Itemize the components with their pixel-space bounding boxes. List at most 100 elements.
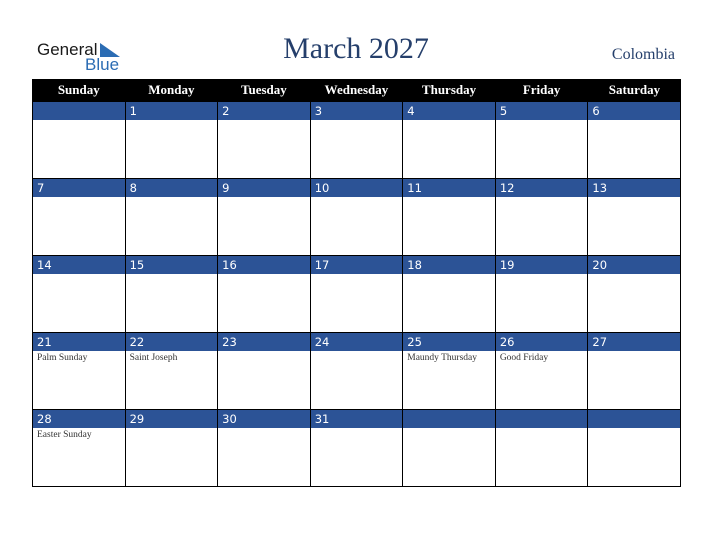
holiday-label bbox=[311, 351, 403, 355]
day-cell[interactable]: 21 Palm Sunday bbox=[32, 332, 126, 410]
week-row: 28 Easter Sunday 29 30 31 bbox=[32, 409, 681, 487]
day-cell[interactable]: 3 bbox=[309, 101, 404, 179]
day-number: 8 bbox=[125, 179, 218, 197]
day-cell[interactable] bbox=[494, 409, 589, 487]
country-label: Colombia bbox=[611, 46, 675, 63]
holiday-label bbox=[218, 428, 310, 432]
day-cell[interactable]: 24 bbox=[309, 332, 404, 410]
holiday-label bbox=[311, 428, 403, 432]
weekday-header: Thursday bbox=[402, 79, 496, 102]
day-cell[interactable]: 1 bbox=[124, 101, 219, 179]
day-number: 24 bbox=[310, 333, 403, 351]
day-number: 23 bbox=[218, 333, 310, 351]
day-number: 19 bbox=[495, 256, 588, 274]
holiday-label bbox=[126, 274, 218, 278]
day-cell[interactable]: 19 bbox=[494, 255, 589, 333]
day-number: 21 bbox=[33, 333, 125, 351]
day-cell[interactable]: 27 bbox=[587, 332, 681, 410]
day-cell[interactable]: 13 bbox=[587, 178, 681, 256]
day-number: 16 bbox=[218, 256, 310, 274]
day-number bbox=[403, 410, 495, 428]
holiday-label bbox=[33, 274, 125, 278]
holiday-label: Maundy Thursday bbox=[407, 353, 477, 363]
weekday-header: Monday bbox=[124, 79, 218, 102]
day-cell[interactable]: 31 bbox=[309, 409, 404, 487]
day-cell[interactable]: 5 bbox=[494, 101, 589, 179]
day-cell[interactable]: 4 bbox=[402, 101, 496, 179]
week-row: 21 Palm Sunday 22 Saint Joseph 23 24 25 Maundy … bbox=[32, 332, 681, 410]
day-cell[interactable]: 12 bbox=[494, 178, 589, 256]
day-number: 9 bbox=[218, 179, 310, 197]
week-row: 7 8 9 10 11 12 13 bbox=[32, 178, 681, 256]
weekday-header: Tuesday bbox=[217, 79, 311, 102]
holiday-label bbox=[126, 428, 218, 432]
holiday-label bbox=[588, 120, 680, 124]
day-number: 30 bbox=[218, 410, 310, 428]
day-cell[interactable]: 2 bbox=[217, 101, 311, 179]
day-cell[interactable]: 18 bbox=[402, 255, 496, 333]
holiday-label bbox=[588, 197, 680, 201]
day-cell[interactable] bbox=[402, 409, 496, 487]
day-cell[interactable]: 28 Easter Sunday bbox=[32, 409, 126, 487]
day-cell[interactable]: 23 bbox=[217, 332, 311, 410]
day-number: 29 bbox=[125, 410, 218, 428]
day-number: 18 bbox=[403, 256, 495, 274]
day-number: 3 bbox=[310, 102, 403, 120]
holiday-label bbox=[218, 274, 310, 278]
holiday-label bbox=[33, 197, 125, 201]
holiday-label: Easter Sunday bbox=[37, 430, 92, 440]
holiday-label bbox=[403, 120, 495, 124]
day-cell[interactable]: 25 Maundy Thursday bbox=[402, 332, 496, 410]
day-number: 17 bbox=[310, 256, 403, 274]
day-cell[interactable] bbox=[32, 101, 126, 179]
holiday-label bbox=[33, 120, 125, 124]
day-cell[interactable]: 26 Good Friday bbox=[494, 332, 589, 410]
day-number: 27 bbox=[588, 333, 680, 351]
day-cell[interactable]: 29 bbox=[124, 409, 219, 487]
weekday-header-row: Sunday Monday Tuesday Wednesday Thursday… bbox=[32, 79, 681, 102]
day-number: 14 bbox=[33, 256, 125, 274]
holiday-label bbox=[403, 428, 495, 432]
day-cell[interactable]: 16 bbox=[217, 255, 311, 333]
holiday-label bbox=[218, 120, 310, 124]
day-number: 10 bbox=[310, 179, 403, 197]
day-cell[interactable]: 6 bbox=[587, 101, 681, 179]
day-cell[interactable]: 11 bbox=[402, 178, 496, 256]
day-number: 7 bbox=[33, 179, 125, 197]
day-number: 2 bbox=[218, 102, 310, 120]
weekday-header: Friday bbox=[494, 79, 588, 102]
day-cell[interactable]: 30 bbox=[217, 409, 311, 487]
day-cell[interactable]: 14 bbox=[32, 255, 126, 333]
day-cell[interactable] bbox=[587, 409, 681, 487]
day-cell[interactable]: 10 bbox=[309, 178, 404, 256]
week-row: 14 15 16 17 18 19 20 bbox=[32, 255, 681, 333]
day-cell[interactable]: 15 bbox=[124, 255, 219, 333]
holiday-label: Palm Sunday bbox=[37, 353, 88, 363]
holiday-label bbox=[496, 428, 588, 432]
holiday-label bbox=[403, 197, 495, 201]
day-cell[interactable]: 22 Saint Joseph bbox=[124, 332, 219, 410]
holiday-label: Saint Joseph bbox=[129, 353, 178, 363]
day-cell[interactable]: 17 bbox=[309, 255, 404, 333]
holiday-label bbox=[403, 274, 495, 278]
day-cell[interactable]: 7 bbox=[32, 178, 126, 256]
day-cell[interactable]: 9 bbox=[217, 178, 311, 256]
day-number: 12 bbox=[495, 179, 588, 197]
holiday-label bbox=[588, 274, 680, 278]
holiday-label bbox=[126, 120, 218, 124]
calendar-grid: Sunday Monday Tuesday Wednesday Thursday… bbox=[32, 79, 681, 487]
holiday-label bbox=[218, 197, 310, 201]
weekday-header: Saturday bbox=[587, 79, 681, 102]
holiday-label bbox=[311, 120, 403, 124]
holiday-label bbox=[311, 274, 403, 278]
day-number: 15 bbox=[125, 256, 218, 274]
day-cell[interactable]: 20 bbox=[587, 255, 681, 333]
day-cell[interactable]: 8 bbox=[124, 178, 219, 256]
day-number: 11 bbox=[403, 179, 495, 197]
day-number: 31 bbox=[310, 410, 403, 428]
holiday-label bbox=[588, 428, 680, 432]
day-number bbox=[588, 410, 680, 428]
day-number: 13 bbox=[588, 179, 680, 197]
day-number: 22 bbox=[125, 333, 218, 351]
day-number: 20 bbox=[588, 256, 680, 274]
